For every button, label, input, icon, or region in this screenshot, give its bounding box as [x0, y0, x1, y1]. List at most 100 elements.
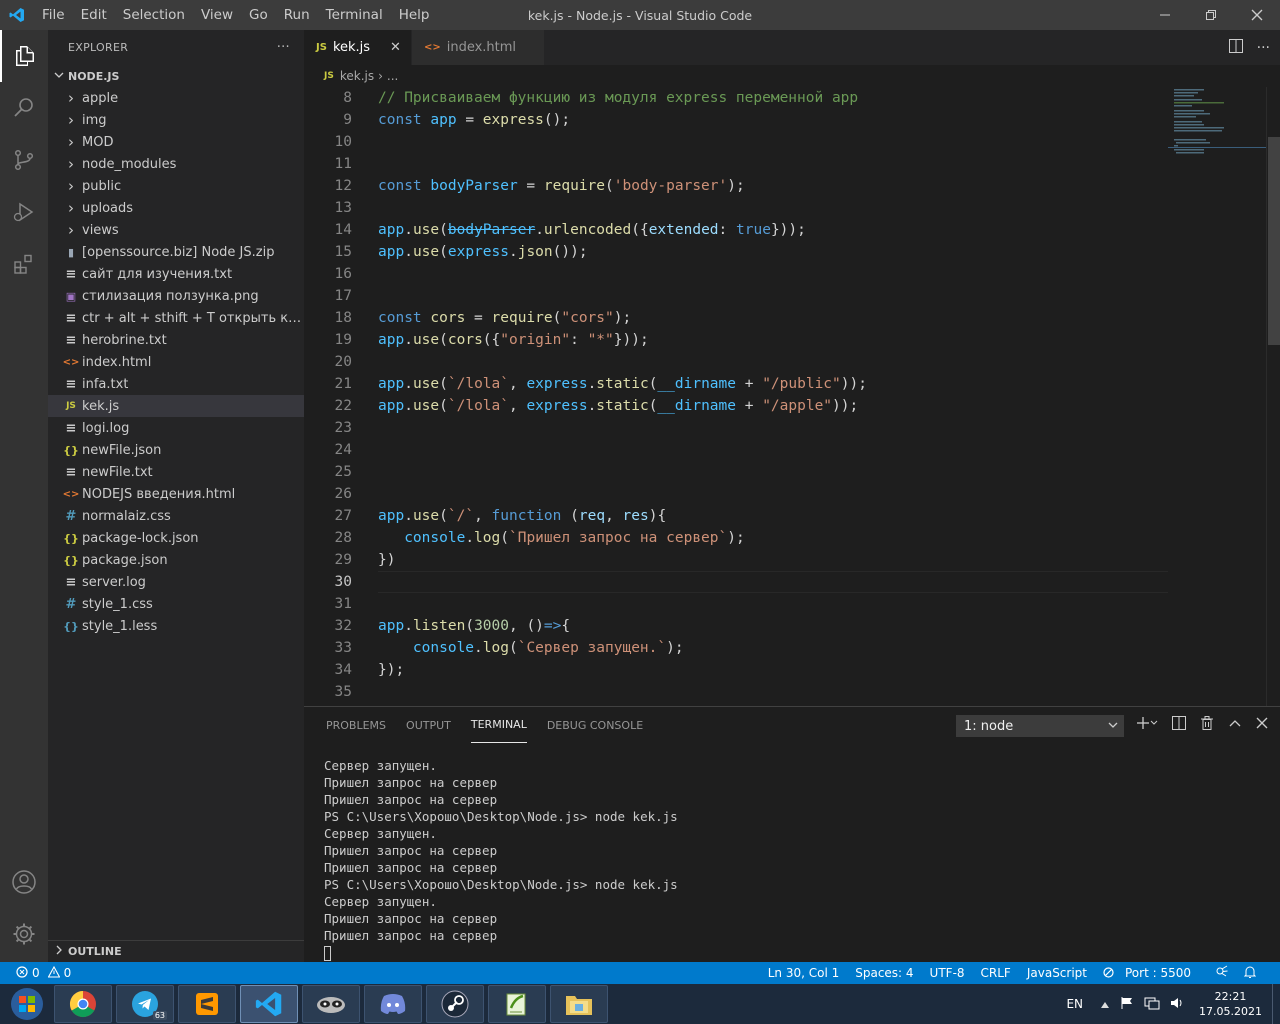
file-item[interactable]: ≡ logi.log [48, 417, 304, 439]
language-mode[interactable]: JavaScript [1019, 966, 1095, 980]
file-item[interactable]: <> index.html [48, 351, 304, 373]
file-item[interactable]: {} newFile.json [48, 439, 304, 461]
file-item[interactable]: ≡ server.log [48, 571, 304, 593]
close-tab-icon[interactable]: ✕ [390, 40, 401, 55]
indentation[interactable]: Spaces: 4 [847, 966, 921, 980]
file-explorer-icon[interactable] [550, 985, 608, 1023]
file-item[interactable]: ≡ herobrine.txt [48, 329, 304, 351]
explorer-icon[interactable] [0, 30, 48, 82]
folder-item[interactable]: › img [48, 109, 304, 131]
cursor-position[interactable]: Ln 30, Col 1 [760, 966, 848, 980]
account-icon[interactable] [0, 856, 48, 908]
file-item[interactable]: ≡ сайт для изучения.txt [48, 263, 304, 285]
windows-start-icon[interactable] [0, 984, 54, 1024]
folder-item[interactable]: › apple [48, 87, 304, 109]
clock[interactable]: 22:21 17.05.2021 [1189, 989, 1272, 1019]
outline-section[interactable]: OUTLINE [48, 940, 304, 962]
file-item[interactable]: ≡ infa.txt [48, 373, 304, 395]
search-icon[interactable] [0, 82, 48, 134]
breadcrumb-file[interactable]: kek.js [340, 69, 374, 83]
menu-edit[interactable]: Edit [73, 7, 115, 23]
language-indicator[interactable]: EN [1054, 997, 1095, 1011]
text-file-icon: ≡ [65, 332, 77, 348]
more-icon[interactable]: ··· [1257, 40, 1270, 56]
editor-scrollbar[interactable] [1266, 87, 1280, 706]
telegram-icon[interactable]: 63 [116, 985, 174, 1023]
folder-item[interactable]: › MOD [48, 131, 304, 153]
tab-index-html[interactable]: <> index.html [411, 30, 546, 65]
file-item[interactable]: <> NODEJS введения.html [48, 483, 304, 505]
live-server-port[interactable]: Port : 5500 [1095, 966, 1207, 980]
menu-file[interactable]: File [34, 7, 73, 23]
menu-terminal[interactable]: Terminal [318, 7, 391, 23]
terminal-line: Пришел запрос на сервер [324, 860, 498, 875]
file-item[interactable]: # style_1.css [48, 593, 304, 615]
problems-indicator[interactable]: 0 0 [0, 965, 71, 981]
folder-item[interactable]: › views [48, 219, 304, 241]
workspace-section[interactable]: NODE.JS [48, 65, 304, 87]
source-control-icon[interactable] [0, 134, 48, 186]
file-item[interactable]: # normalaiz.css [48, 505, 304, 527]
file-item[interactable]: ▮ [openssource.biz] Node JS.zip [48, 241, 304, 263]
split-editor-icon[interactable] [1228, 38, 1243, 57]
tab-output[interactable]: OUTPUT [406, 707, 451, 743]
run-debug-icon[interactable] [0, 186, 48, 238]
menu-view[interactable]: View [193, 7, 241, 23]
folder-item[interactable]: › uploads [48, 197, 304, 219]
tab-kek-js[interactable]: JS kek.js ✕ [304, 30, 412, 65]
sublime-text-icon[interactable] [178, 985, 236, 1023]
menu-selection[interactable]: Selection [115, 7, 193, 23]
minimap[interactable] [1168, 87, 1268, 706]
file-item[interactable]: ≡ ctr + alt + sthift + T открыть консол..… [48, 307, 304, 329]
extensions-icon[interactable] [0, 238, 48, 290]
file-item[interactable]: {} style_1.less [48, 615, 304, 637]
menu-help[interactable]: Help [391, 7, 438, 23]
file-item[interactable]: ≡ newFile.txt [48, 461, 304, 483]
raccoon-app-icon[interactable] [302, 985, 360, 1023]
notepad-plus-plus-icon[interactable] [488, 985, 546, 1023]
tab-terminal[interactable]: TERMINAL [470, 707, 527, 743]
action-center-flag-icon[interactable] [1115, 996, 1139, 1013]
trash-icon[interactable] [1200, 716, 1214, 734]
minimize-icon[interactable] [1142, 0, 1188, 30]
close-panel-icon[interactable] [1256, 717, 1268, 733]
show-desktop-button[interactable] [1272, 984, 1280, 1024]
feedback-icon[interactable] [1207, 965, 1236, 981]
maximize-panel-icon[interactable] [1228, 716, 1242, 734]
scrollbar-thumb[interactable] [1268, 137, 1280, 345]
code-editor[interactable]: 8 9 10 11 12 13 14 15 16 17 18 19 20 21 22 23 24 25 26 27 28… [304, 87, 1168, 706]
folder-item[interactable]: › node_modules [48, 153, 304, 175]
terminal-select[interactable]: 1: node [956, 715, 1124, 737]
file-item[interactable]: ▣ стилизация ползунка.png [48, 285, 304, 307]
notifications-bell-icon[interactable] [1236, 965, 1264, 981]
vscode-taskbar-icon[interactable] [240, 985, 298, 1023]
line-number: 27 [334, 508, 352, 524]
terminal-prompt[interactable] [324, 944, 678, 961]
new-terminal-icon[interactable] [1136, 716, 1158, 734]
more-actions-button[interactable]: ··· [277, 40, 290, 55]
file-item[interactable]: JS kek.js [48, 395, 304, 417]
tab-problems[interactable]: PROBLEMS [326, 707, 386, 743]
discord-icon[interactable] [364, 985, 422, 1023]
line-ending[interactable]: CRLF [973, 966, 1019, 980]
chevron-right-icon: › [68, 177, 74, 195]
breadcrumb-rest[interactable]: ... [387, 69, 398, 83]
file-item[interactable]: {} package.json [48, 549, 304, 571]
menu-go[interactable]: Go [241, 7, 276, 23]
terminal-output[interactable]: Сервер запущен. Пришел запрос на сервер Пр… [324, 757, 678, 961]
tray-chevron-icon[interactable] [1095, 998, 1115, 1011]
steam-icon[interactable] [426, 985, 484, 1023]
editor-actions: ··· [1228, 30, 1270, 65]
settings-gear-icon[interactable] [0, 908, 48, 960]
encoding[interactable]: UTF-8 [922, 966, 973, 980]
volume-icon[interactable] [1165, 996, 1189, 1013]
menu-run[interactable]: Run [276, 7, 318, 23]
chrome-icon[interactable] [54, 985, 112, 1023]
folder-item[interactable]: › public [48, 175, 304, 197]
network-icon[interactable] [1139, 996, 1165, 1013]
split-terminal-icon[interactable] [1172, 716, 1186, 734]
close-window-icon[interactable] [1234, 0, 1280, 30]
restore-icon[interactable] [1188, 0, 1234, 30]
file-item[interactable]: {} package-lock.json [48, 527, 304, 549]
tab-debug-console[interactable]: DEBUG CONSOLE [547, 707, 643, 743]
